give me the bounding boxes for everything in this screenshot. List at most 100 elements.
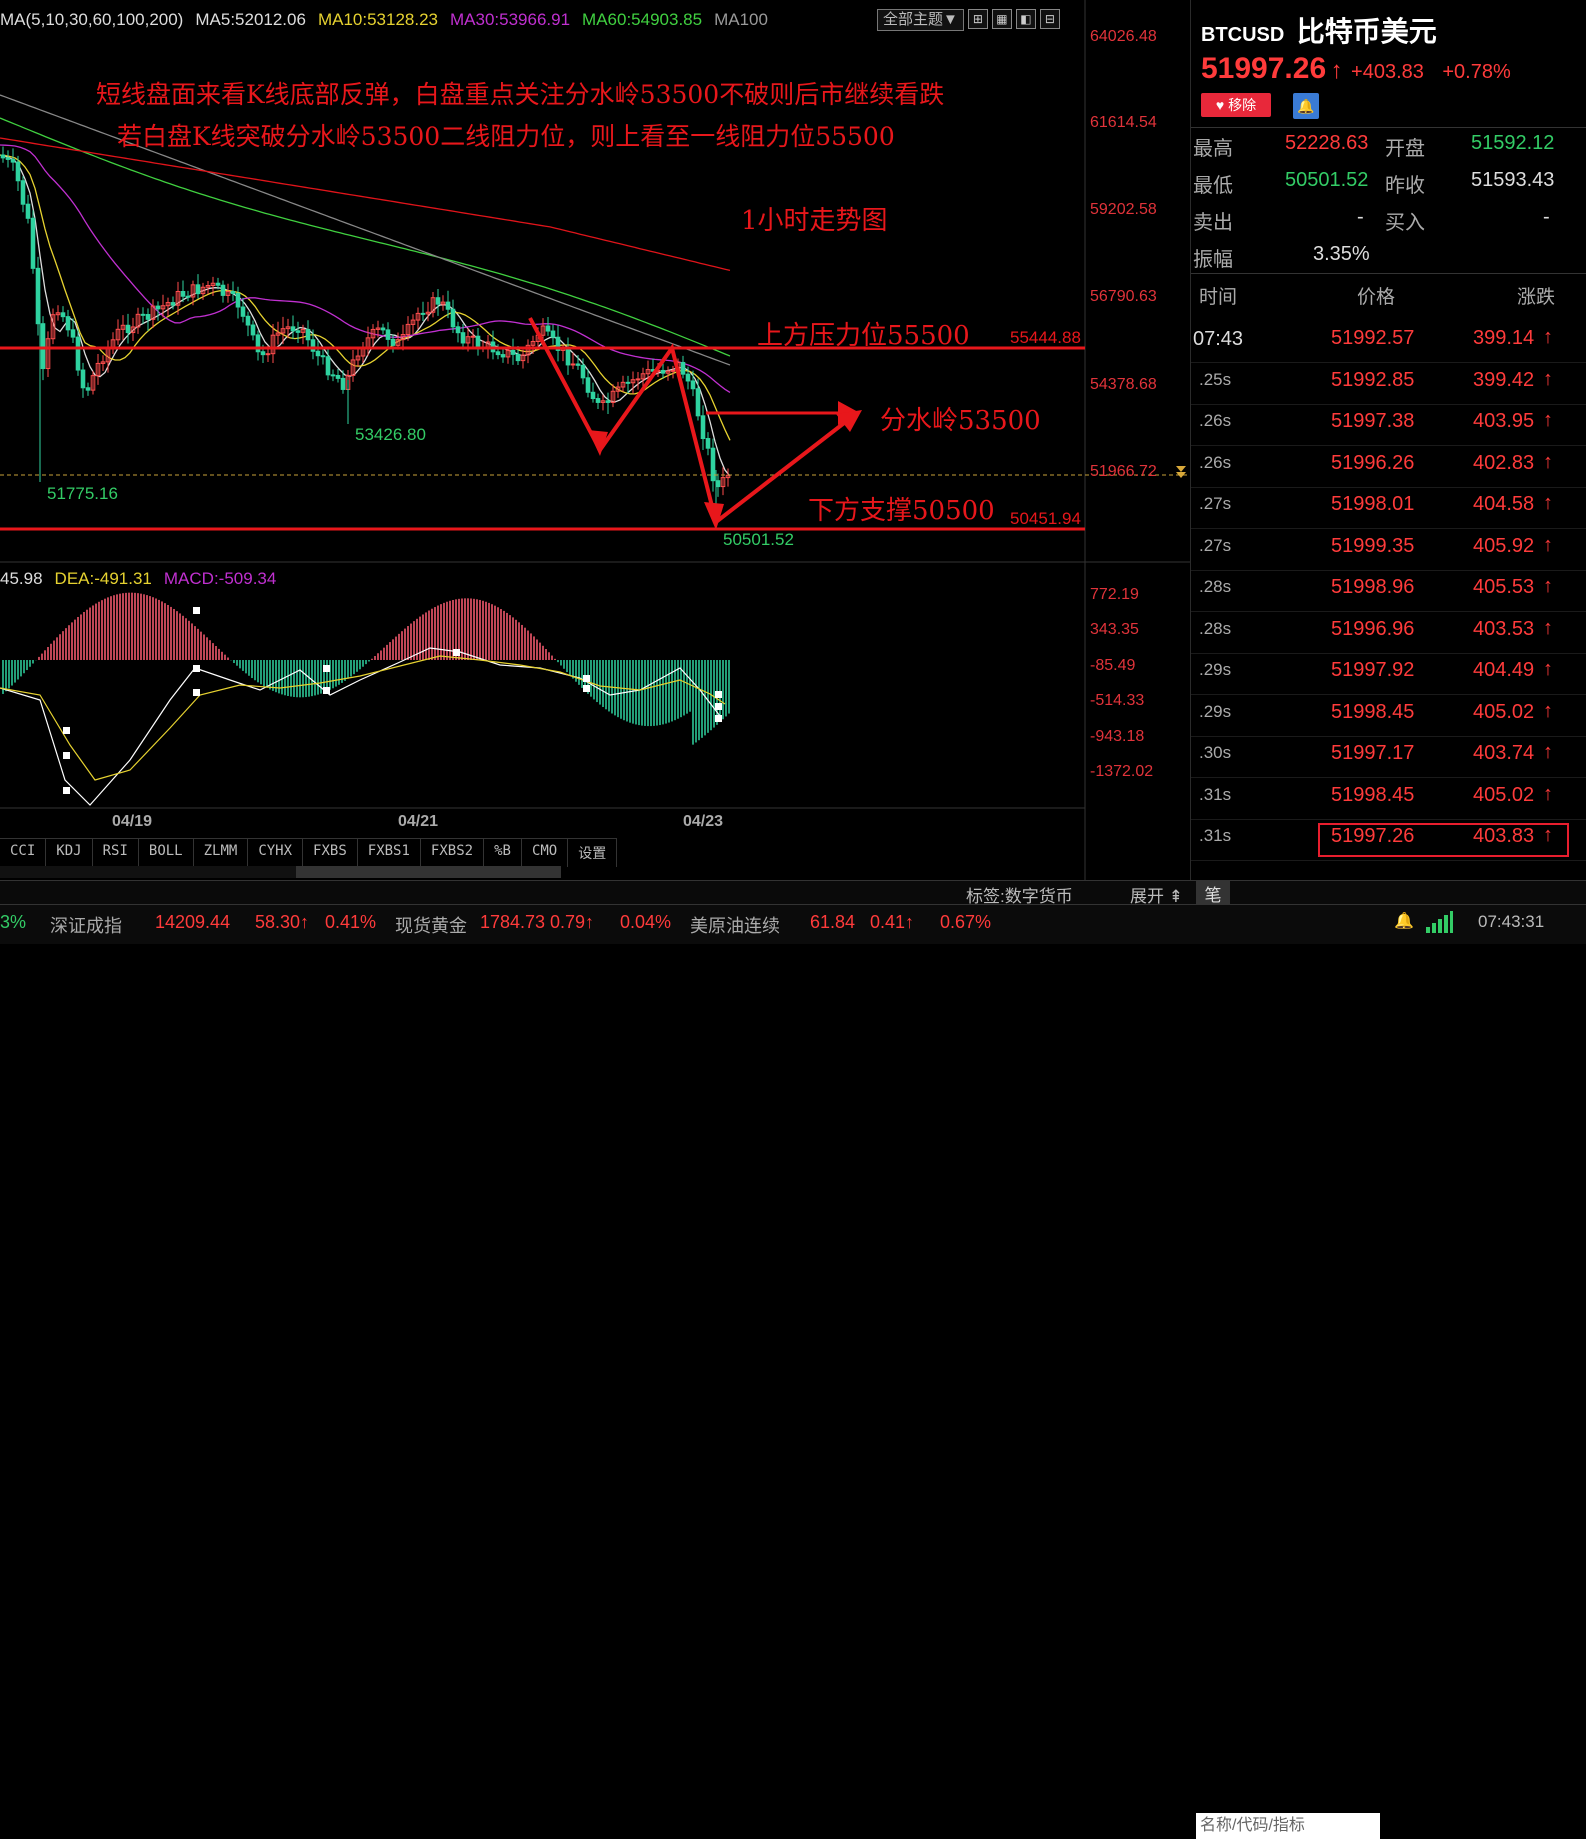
tick-change: 402.83 [1473,451,1535,474]
candle-body [40,323,46,370]
tab-percent-b[interactable]: %B [484,839,522,867]
ticker-item: 美原油连续 [690,916,780,936]
up-arrow-icon: ↑ [1543,658,1553,680]
theme-select[interactable]: 全部主题▼ [877,9,964,31]
chart-scroll-thumb[interactable] [296,866,561,878]
remove-watchlist-button[interactable]: ♥ 移除 [1201,93,1271,117]
tab-rsi[interactable]: RSI [93,839,139,867]
price-change-pct: +0.78% [1442,61,1511,83]
tick-row: 07:43 51992.57 399.14 ↑ [1191,321,1586,363]
pen-tab[interactable]: 笔 [1196,881,1230,905]
tab-fxbs2[interactable]: FXBS2 [421,839,485,867]
instrument-name: 比特币美元 [1296,15,1437,48]
candle-body [545,325,551,332]
tab-cci[interactable]: CCI [0,839,47,867]
tab-zlmm[interactable]: ZLMM [194,839,249,867]
tick-price: 51992.85 [1331,368,1415,391]
tick-row: .27s 51998.01 404.58 ↑ [1191,487,1586,529]
candle-body [10,158,16,163]
annotation-line1: 短线盘面来看K线底部反弹，白盘重点关注分水岭53500不破则后市继续看跌 [96,80,945,109]
up-arrow-icon: ↑ [1543,782,1553,805]
price-change: +403.83 [1351,61,1424,83]
ticker-item: 深证成指 [50,916,122,936]
search-input[interactable]: 名称/代码/指标 [1196,1813,1380,1839]
tab-cyhx[interactable]: CYHX [248,839,304,867]
candle-body [15,161,21,182]
macd-signal-mark [193,689,200,696]
candle-body [575,363,581,366]
low-label: 53426.80 [355,425,426,444]
candle-body [710,447,716,482]
chart-area[interactable]: MA(5,10,30,60,100,200) MA5:52012.06 MA10… [0,0,1190,880]
tab-settings[interactable]: 设置 [568,839,618,867]
candle-body [695,388,701,417]
price-axis-label: 56790.63 [1090,288,1157,305]
current-price-axis-label: 51966.72 [1090,463,1157,480]
expand-icon[interactable]: ⊟ [1039,9,1060,29]
ma-legend: MA(5,10,30,60,100,200) MA5:52012.06 MA10… [0,10,768,30]
candle-body [570,363,576,366]
ma100-value: MA100 [714,10,768,29]
candle-body [340,377,346,390]
tick-change: 403.74 [1473,742,1535,764]
ticker-item: 0.41↑ [870,912,915,932]
support-annotation: 下方支撑50500 [808,496,995,526]
tab-boll[interactable]: BOLL [139,839,194,867]
tick-time: .31s [1199,784,1232,804]
candle-body [380,327,386,331]
candle-body [330,374,336,377]
candle-body [315,350,321,357]
tick-row: .26s 51996.26 402.83 ↑ [1191,446,1586,488]
tab-cmo[interactable]: CMO [522,839,569,867]
macd-axis-label: -1372.02 [1090,763,1154,780]
candle-body [0,154,6,159]
tick-time: .26s [1199,411,1232,430]
tick-change: 403.53 [1473,617,1535,640]
candle-body [500,354,506,358]
grid-icon[interactable]: ▦ [991,9,1012,29]
macd-signal-mark [583,675,590,682]
candle-body [635,378,641,381]
indicator-tabs: CCI KDJ RSI BOLL ZLMM CYHX FXBS FXBS1 FX… [0,838,618,867]
tick-row: .26s 51997.38 403.95 ↑ [1191,404,1586,446]
quote-panel: BTCUSD 比特币美元 51997.26 ↑ +403.83 +0.78% ♥… [1190,0,1586,880]
chart-icon[interactable]: ◧ [1015,9,1036,29]
candle-body [515,353,521,362]
candle-body [420,312,426,315]
price-axis-label: 64026.48 [1090,28,1157,45]
tab-kdj[interactable]: KDJ [46,839,93,867]
symbol: BTCUSD [1201,24,1285,46]
tick-time: 07:43 [1193,328,1244,350]
candle-body [460,332,466,344]
tab-fxbs[interactable]: FXBS [303,839,358,867]
macd-lines [0,647,726,806]
macd-legend: 45.98 DEA:-491.31 MACD:-509.34 [0,569,276,589]
tab-fxbs1[interactable]: FXBS1 [358,839,421,867]
candle-body [320,355,326,358]
tick-time: .27s [1199,535,1232,555]
tick-price: 51998.45 [1331,783,1415,806]
dea-line [0,655,726,781]
candle-body [700,415,706,440]
macd-axis-label: -85.49 [1090,657,1136,674]
candle-body [475,335,481,348]
tick-change: 403.83 [1473,825,1535,847]
candle-body [60,312,66,318]
candle-body [595,398,601,403]
tick-price: 51999.35 [1331,534,1415,557]
candle-body [230,291,236,294]
candle-body [70,329,76,338]
bell-icon[interactable]: 🔔 [1293,93,1319,119]
tick-change: 403.95 [1473,410,1535,432]
candle-body [310,339,316,352]
bell-icon[interactable]: 🔔 [1394,911,1414,931]
candle-body [65,316,71,331]
candle-body [660,369,666,374]
tick-time: .31s [1199,826,1232,845]
up-arrow-icon: ↑ [1543,824,1553,846]
candle-body [295,330,301,333]
layout-icon[interactable]: ⊞ [967,9,988,29]
signal-icon [1425,911,1453,938]
candle-body [385,329,391,340]
macd-axis-label: 343.35 [1090,621,1139,638]
